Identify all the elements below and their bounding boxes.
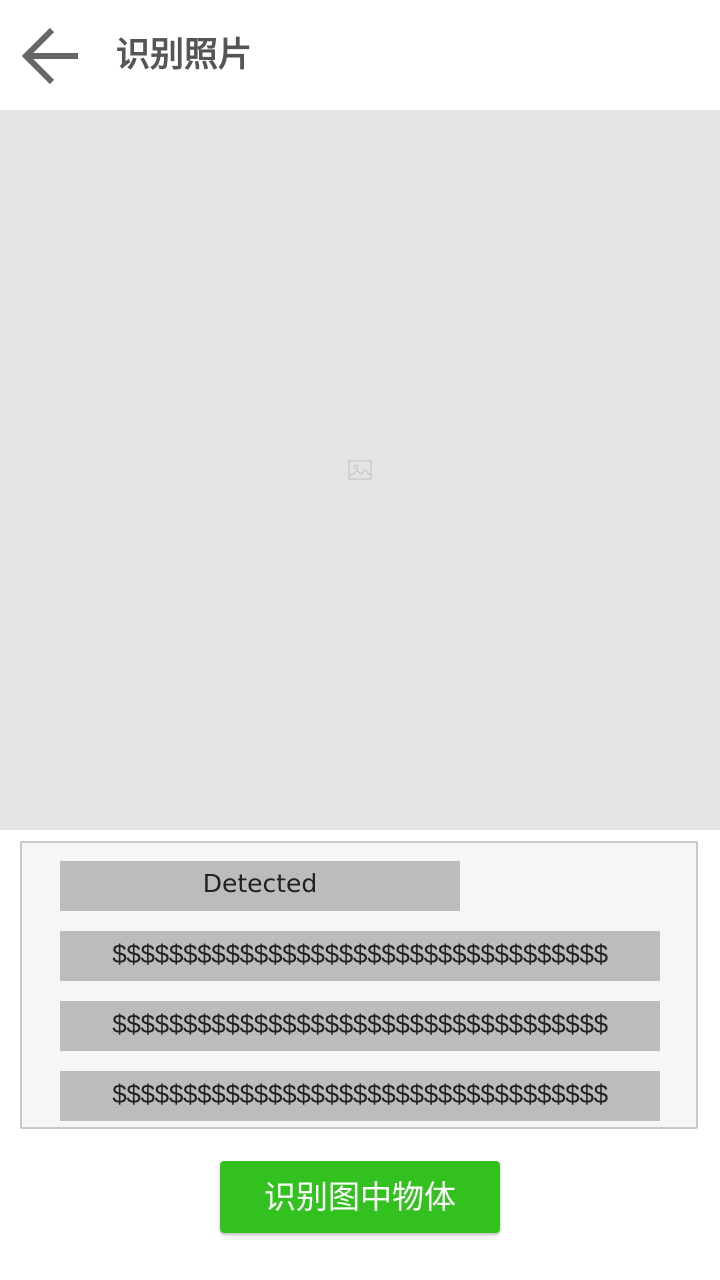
top-bar: 识别照片: [0, 0, 720, 110]
image-icon: [348, 460, 372, 480]
result-row: $$$$$$$$$$$$$$$$$$$$$$$$$$$$$$$$$$$: [60, 1071, 660, 1121]
arrow-left-icon: [21, 27, 78, 85]
page-title: 识别照片: [116, 35, 252, 75]
detect-objects-button[interactable]: 识别图中物体: [220, 1161, 500, 1233]
result-row: $$$$$$$$$$$$$$$$$$$$$$$$$$$$$$$$$$$: [60, 931, 660, 981]
photo-preview: [0, 110, 720, 830]
back-button[interactable]: [12, 20, 88, 90]
status-label: Detected: [60, 861, 460, 911]
results-panel: Detected $$$$$$$$$$$$$$$$$$$$$$$$$$$$$$$…: [20, 841, 698, 1129]
result-row: $$$$$$$$$$$$$$$$$$$$$$$$$$$$$$$$$$$: [60, 1001, 660, 1051]
